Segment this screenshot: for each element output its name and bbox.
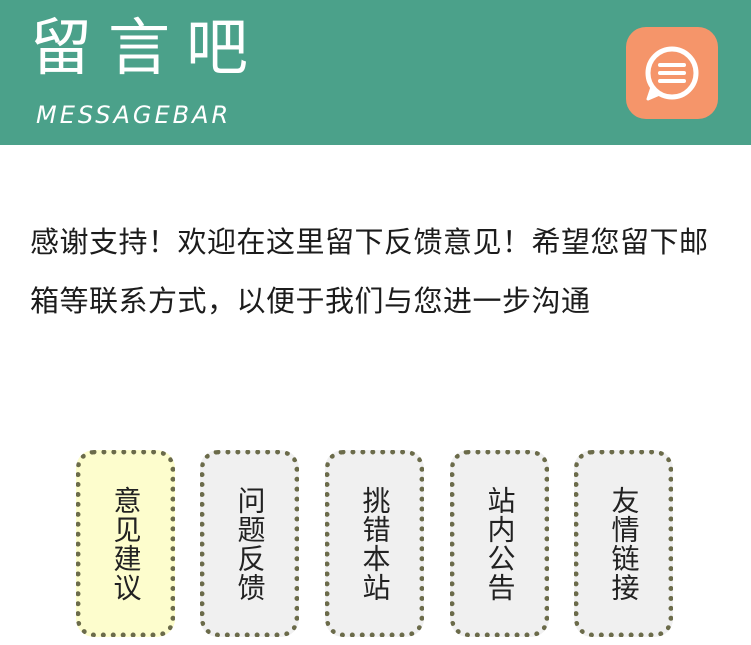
nav-item-report-errors[interactable]: 挑错本站 [325, 450, 424, 637]
nav-item-feedback[interactable]: 问题反馈 [200, 450, 299, 637]
nav-item-label: 意见建议 [109, 485, 143, 602]
logo-subtitle: MESSAGEBAR [36, 101, 232, 129]
nav-item-suggestions[interactable]: 意见建议 [76, 450, 175, 637]
intro-message: 感谢支持！欢迎在这里留下反馈意见！希望您留下邮箱等联系方式，以便于我们与您进一步… [30, 225, 709, 318]
nav-item-label: 友情链接 [607, 485, 641, 602]
nav-item-announcements[interactable]: 站内公告 [450, 450, 549, 637]
nav-item-friend-links[interactable]: 友情链接 [574, 450, 673, 637]
logo-title: 留言吧 [30, 11, 265, 84]
message-button[interactable] [626, 27, 718, 119]
category-nav: 意见建议 问题反馈 挑错本站 站内公告 友情链接 [76, 450, 676, 638]
nav-item-label: 站内公告 [483, 485, 517, 602]
app-header: 留言吧 MESSAGEBAR [0, 0, 751, 145]
message-bubble-icon [645, 46, 699, 101]
nav-item-label: 问题反馈 [233, 485, 267, 602]
nav-item-label: 挑错本站 [358, 485, 392, 602]
